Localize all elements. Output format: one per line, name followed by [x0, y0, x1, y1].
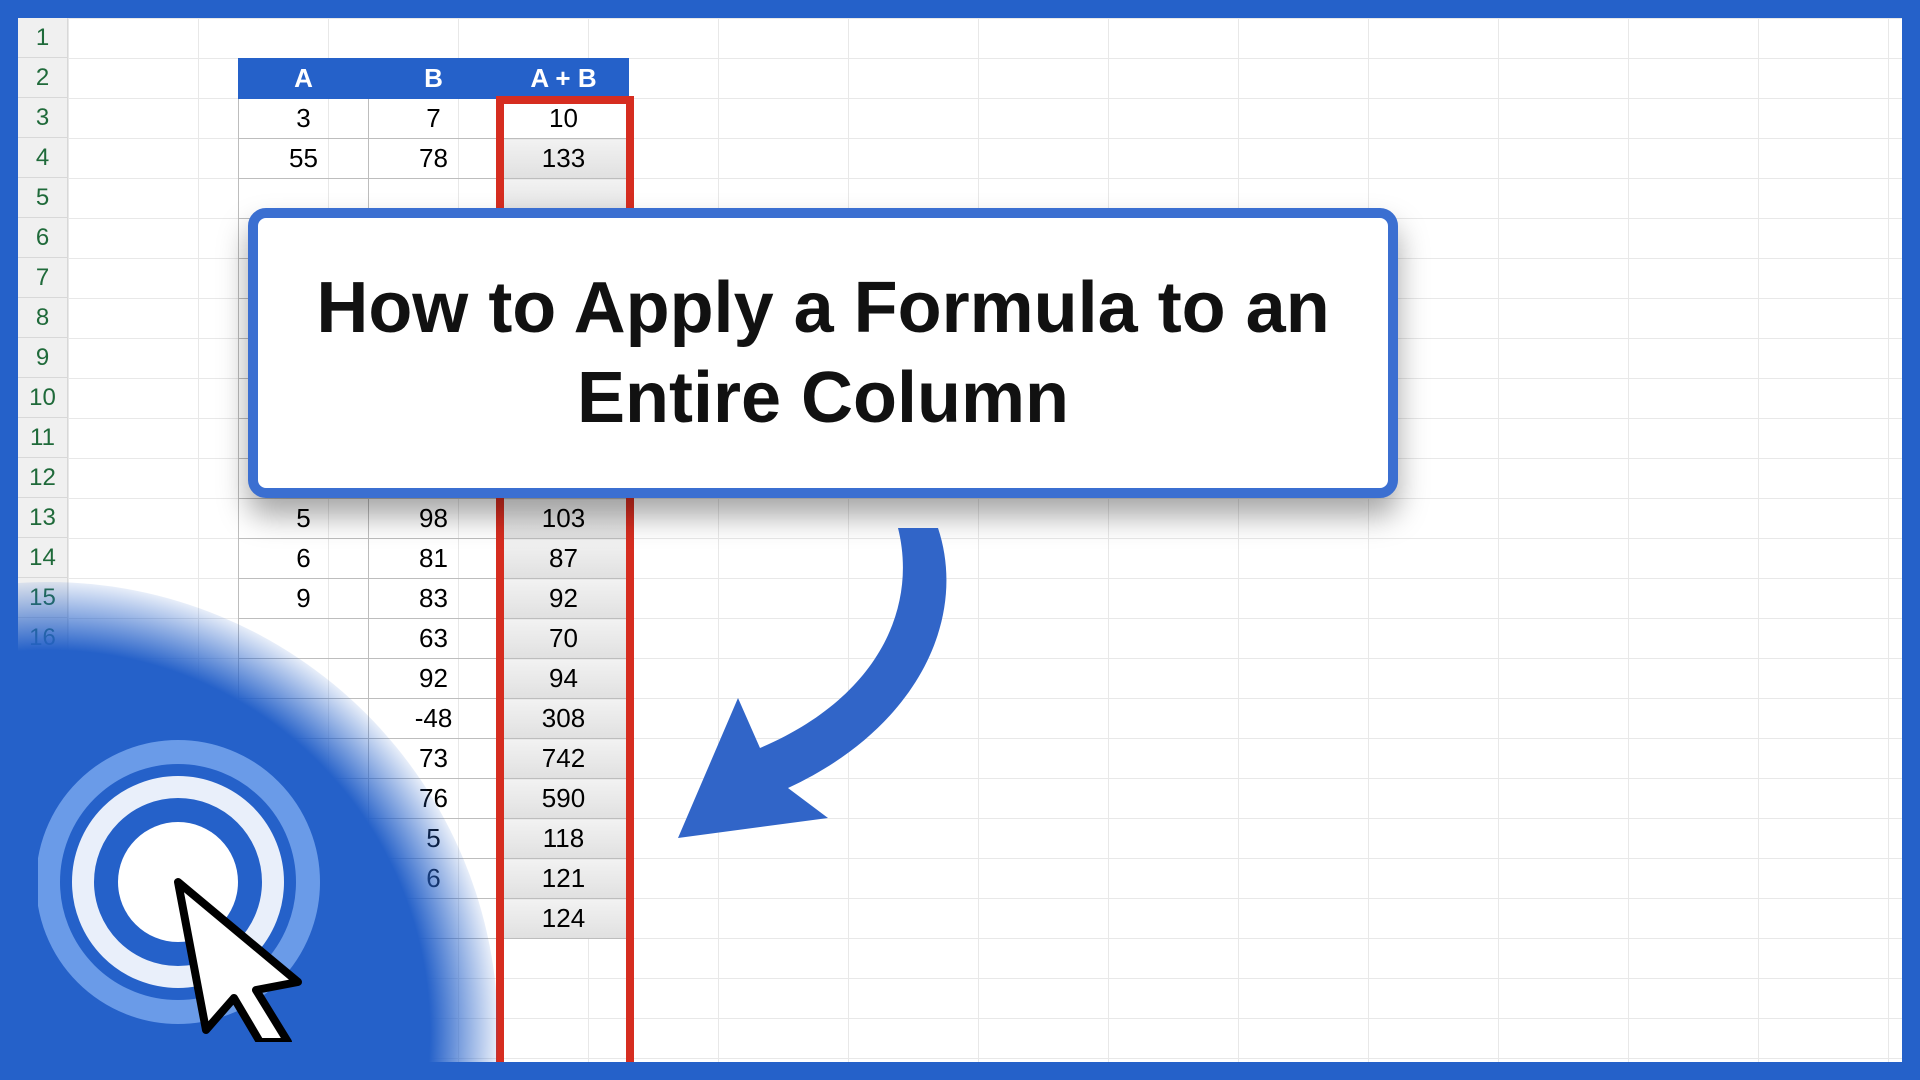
row-number[interactable]: 11 — [18, 418, 68, 458]
row-number[interactable]: 1 — [18, 18, 68, 58]
table-row: 3710 — [239, 99, 629, 139]
cell-c[interactable]: 87 — [499, 539, 629, 579]
cell-c[interactable]: 742 — [499, 739, 629, 779]
table-row: 5578133 — [239, 139, 629, 179]
cell-a[interactable]: 6 — [239, 539, 369, 579]
cell-c[interactable]: 70 — [499, 619, 629, 659]
cell-b[interactable]: 78 — [369, 139, 499, 179]
cell-c[interactable]: 124 — [499, 899, 629, 939]
title-callout: How to Apply a Formula to an Entire Colu… — [248, 208, 1398, 498]
table-row: 598103 — [239, 499, 629, 539]
cell-b[interactable]: 92 — [369, 659, 499, 699]
row-number[interactable]: 13 — [18, 498, 68, 538]
header-a[interactable]: A — [239, 59, 369, 99]
row-number[interactable]: 3 — [18, 98, 68, 138]
row-number[interactable]: 6 — [18, 218, 68, 258]
cell-b[interactable]: 83 — [369, 579, 499, 619]
row-number[interactable]: 9 — [18, 338, 68, 378]
cell-c[interactable]: 121 — [499, 859, 629, 899]
header-c[interactable]: A + B — [499, 59, 629, 99]
cell-c[interactable]: 133 — [499, 139, 629, 179]
header-b[interactable]: B — [369, 59, 499, 99]
cell-b[interactable]: 7 — [369, 99, 499, 139]
cell-b[interactable]: 63 — [369, 619, 499, 659]
cursor-logo-icon — [38, 722, 358, 1042]
header-row: A B A + B — [239, 59, 629, 99]
cell-a[interactable]: 3 — [239, 99, 369, 139]
cell-b[interactable]: 81 — [369, 539, 499, 579]
cell-c[interactable]: 590 — [499, 779, 629, 819]
row-number[interactable]: 5 — [18, 178, 68, 218]
cell-c[interactable]: 92 — [499, 579, 629, 619]
row-number-gutter: 12345678910111213141516 — [18, 18, 68, 658]
row-number[interactable]: 14 — [18, 538, 68, 578]
row-number[interactable]: 8 — [18, 298, 68, 338]
row-number[interactable]: 7 — [18, 258, 68, 298]
cell-c[interactable]: 103 — [499, 499, 629, 539]
row-number[interactable]: 10 — [18, 378, 68, 418]
spreadsheet-area: 12345678910111213141516 A B A + B 371055… — [18, 18, 1902, 1062]
cell-a[interactable]: 5 — [239, 499, 369, 539]
row-number[interactable]: 4 — [18, 138, 68, 178]
cell-a[interactable]: 9 — [239, 579, 369, 619]
cell-b[interactable]: 98 — [369, 499, 499, 539]
row-number[interactable]: 12 — [18, 458, 68, 498]
cell-c[interactable]: 94 — [499, 659, 629, 699]
table-row: 6370 — [239, 619, 629, 659]
row-number[interactable]: 2 — [18, 58, 68, 98]
table-row: 68187 — [239, 539, 629, 579]
cell-c[interactable]: 308 — [499, 699, 629, 739]
cell-c[interactable]: 10 — [499, 99, 629, 139]
thumbnail-frame: 12345678910111213141516 A B A + B 371055… — [0, 0, 1920, 1080]
cell-b[interactable]: -48 — [369, 699, 499, 739]
table-row: 98392 — [239, 579, 629, 619]
cell-a[interactable]: 55 — [239, 139, 369, 179]
title-text: How to Apply a Formula to an Entire Colu… — [298, 263, 1348, 443]
cell-c[interactable]: 118 — [499, 819, 629, 859]
